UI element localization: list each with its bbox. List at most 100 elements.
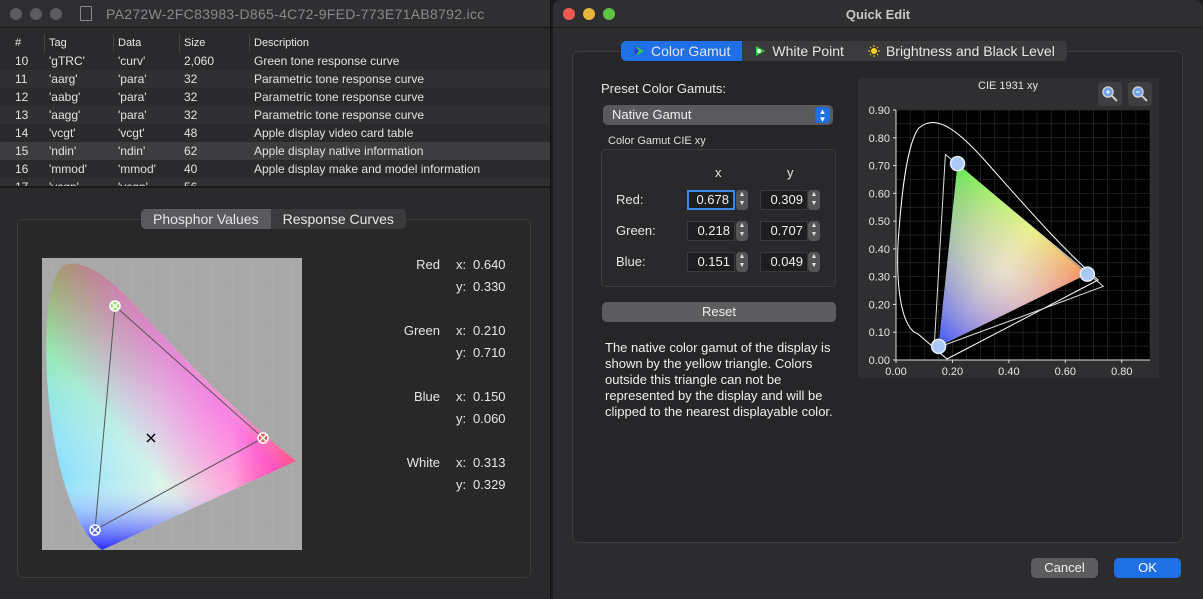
cell-index: 12 <box>15 90 29 104</box>
sun-icon <box>867 45 880 57</box>
tab-label: White Point <box>772 43 844 59</box>
window-title: Quick Edit <box>845 7 911 22</box>
cell-description: Apple display native information <box>254 144 424 158</box>
cell-index: 13 <box>15 108 29 122</box>
preset-gamut-select[interactable]: Native Gamut ▴ ▾ <box>603 105 833 125</box>
minimize-window-button[interactable] <box>30 8 42 20</box>
cell-index: 15 <box>15 144 29 158</box>
cell-tag: 'vcgt' <box>49 126 76 140</box>
cell-size: 32 <box>184 90 198 104</box>
document-icon <box>80 6 92 21</box>
phosphor-name: Blue <box>413 389 440 404</box>
table-row[interactable]: 10 'gTRC' 'curv' 2,060 Green tone response c… <box>0 52 550 70</box>
green-primary-marker <box>109 300 121 312</box>
stepper-icon[interactable]: ▲ ▼ <box>808 190 820 210</box>
cie-chart: 0.00 0.10 0.20 0.30 0.40 0.50 0.60 0.70 0.80 0.90… <box>869 105 1151 378</box>
blue-primary-handle[interactable] <box>930 338 947 355</box>
y-value: 0.330 <box>473 279 506 294</box>
cell-description: Apple display video card table <box>254 126 414 140</box>
column-header-tag[interactable]: Tag <box>45 34 114 52</box>
gamut-y-field[interactable]: 0.309 <box>760 190 808 210</box>
tab-phosphor-values[interactable]: Phosphor Values <box>141 209 271 229</box>
x-tick-label: 0.40 <box>998 366 1019 378</box>
table-header: # Tag Data Size Description <box>0 34 550 52</box>
view-tabs: Phosphor Values Response Curves <box>141 209 406 229</box>
table-row[interactable]: 15 'ndin' 'ndin' 62 Apple display native inf… <box>0 142 550 160</box>
tab-response-curves[interactable]: Response Curves <box>271 209 406 229</box>
reset-button[interactable]: Reset <box>602 302 836 322</box>
stepper-icon[interactable]: ▲ ▼ <box>736 190 748 210</box>
red-primary-handle[interactable] <box>1079 266 1096 282</box>
table-row[interactable]: 11 'aarg' 'para' 32 Parametric tone response… <box>0 70 550 88</box>
y-value: 0.329 <box>473 477 506 492</box>
gamut-row-label: Green: <box>616 223 656 238</box>
gamut-x-field[interactable]: 0.678 <box>687 190 735 210</box>
phosphor-name: White <box>406 455 440 470</box>
cell-data: 'curv' <box>118 54 146 68</box>
cancel-button[interactable]: Cancel <box>1031 558 1098 578</box>
cie-diagram-left <box>42 258 302 550</box>
gamut-y-field[interactable]: 0.707 <box>760 221 808 241</box>
split-divider[interactable] <box>0 186 550 188</box>
phosphor-name: Red <box>416 257 440 272</box>
gamut-x-field[interactable]: 0.151 <box>687 252 735 272</box>
table-row[interactable]: 16 'mmod' 'mmod' 40 Apple display make and m… <box>0 160 550 178</box>
stepper-icon[interactable]: ▲ ▼ <box>736 252 748 272</box>
cell-description: Green tone response curve <box>254 54 400 68</box>
x-label: x: <box>456 455 467 470</box>
x-tick-label: 0.80 <box>1111 366 1132 378</box>
cell-size: 48 <box>184 126 198 140</box>
right-titlebar: Quick Edit <box>553 0 1203 28</box>
gamut-x-field[interactable]: 0.218 <box>687 221 735 241</box>
y-label: y: <box>456 411 467 426</box>
x-tick-label: 0.00 <box>885 366 906 378</box>
tab-white-point[interactable]: White Point <box>742 41 856 61</box>
cell-description: Apple display make and model information <box>254 162 481 176</box>
cell-description: Parametric tone response curve <box>254 108 425 122</box>
x-label: x: <box>456 257 467 272</box>
cell-data: 'para' <box>118 90 147 104</box>
gamut-icon <box>635 46 644 56</box>
column-x-label: x <box>715 165 722 180</box>
cell-tag: 'aagg' <box>49 108 81 122</box>
stepper-icon[interactable]: ▲ ▼ <box>736 221 748 241</box>
tab-color-gamut[interactable]: Color Gamut <box>621 41 743 61</box>
column-header-size[interactable]: Size <box>180 34 250 52</box>
quick-edit-tabs: Color Gamut White Point Brightness and B… <box>621 41 1067 61</box>
table-row[interactable]: 13 'aagg' 'para' 32 Parametric tone response… <box>0 106 550 124</box>
green-primary-handle[interactable] <box>949 155 966 172</box>
window-title: PA272W-2FC83983-D865-4C72-9FED-773E71AB8… <box>106 6 485 22</box>
stepper-icon[interactable]: ▲ ▼ <box>808 221 820 241</box>
close-window-button[interactable] <box>10 8 22 20</box>
cell-size: 32 <box>184 108 198 122</box>
cell-tag: 'gTRC' <box>49 54 85 68</box>
gamut-y-field[interactable]: 0.049 <box>760 252 808 272</box>
cell-size: 62 <box>184 144 198 158</box>
x-tick-label: 0.60 <box>1055 366 1076 378</box>
y-tick-label: 0.20 <box>869 299 890 311</box>
preset-gamut-value: Native Gamut <box>612 107 692 122</box>
gamut-description: The native color gamut of the display is… <box>605 340 833 419</box>
x-value: 0.150 <box>473 389 506 404</box>
column-header-index[interactable]: # <box>0 34 45 52</box>
x-value: 0.640 <box>473 257 506 272</box>
tab-brightness[interactable]: Brightness and Black Level <box>856 41 1067 61</box>
cell-size: 40 <box>184 162 198 176</box>
ok-button[interactable]: OK <box>1114 558 1181 578</box>
table-row[interactable]: 12 'aabg' 'para' 32 Parametric tone response… <box>0 88 550 106</box>
chevron-updown-icon: ▴ ▾ <box>815 107 830 124</box>
cell-description: Parametric tone response curve <box>254 90 425 104</box>
blue-primary-marker <box>89 524 101 536</box>
stepper-icon[interactable]: ▲ ▼ <box>808 252 820 272</box>
x-tick-label: 0.20 <box>942 366 963 378</box>
cell-data: 'ndin' <box>118 144 146 158</box>
zoom-window-button[interactable] <box>50 8 62 20</box>
cell-tag: 'mmod' <box>49 162 87 176</box>
phosphor-name: Green <box>403 323 440 338</box>
column-header-data[interactable]: Data <box>114 34 180 52</box>
table-row[interactable]: 14 'vcgt' 'vcgt' 48 Apple display video card… <box>0 124 550 142</box>
column-header-description[interactable]: Description <box>250 34 550 52</box>
cell-index: 11 <box>15 72 28 86</box>
window-controls <box>10 8 62 20</box>
tag-table: # Tag Data Size Description 10 'gTRC' 'cur… <box>0 34 550 187</box>
